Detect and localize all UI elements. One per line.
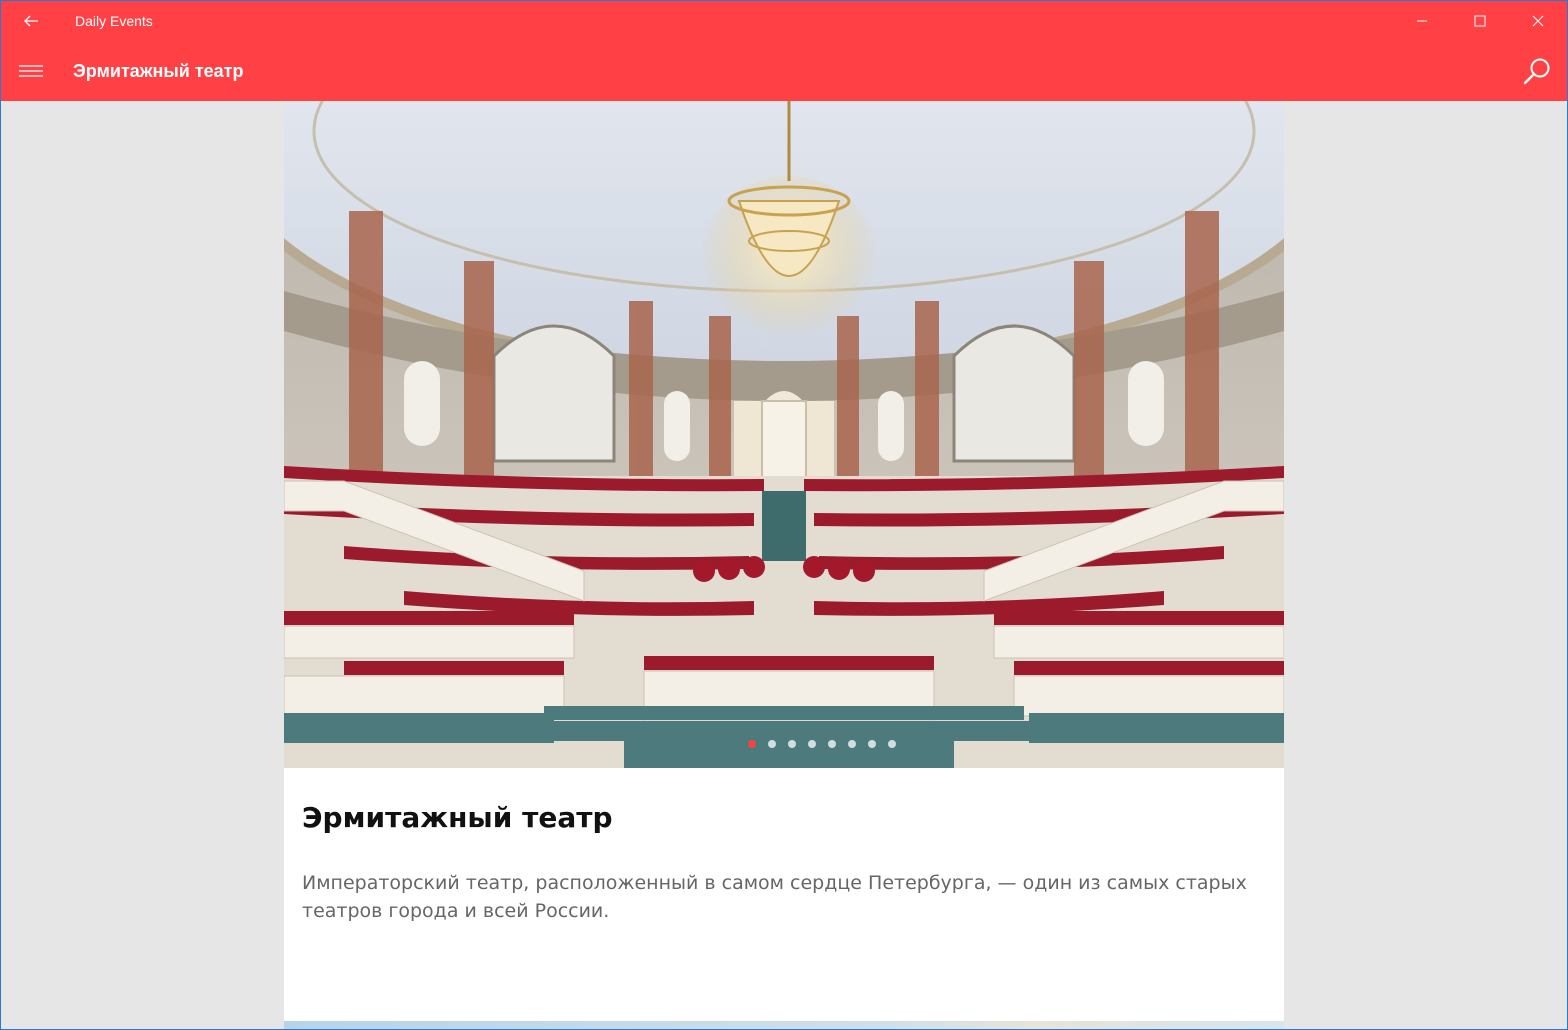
close-icon	[1532, 15, 1544, 27]
search-icon	[1523, 58, 1550, 85]
page-title: Эрмитажный театр	[73, 60, 244, 81]
event-card: Эрмитажный театр Императорский театр, ра…	[284, 101, 1284, 1029]
carousel-dots	[359, 740, 1284, 748]
app-window: Daily Events Эрмитажный театр Эрмитажный…	[0, 0, 1568, 1030]
close-button[interactable]	[1509, 1, 1567, 41]
minimize-button[interactable]	[1393, 1, 1451, 41]
carousel-dot-4[interactable]	[807, 740, 816, 748]
carousel-dot-2[interactable]	[767, 740, 776, 748]
back-arrow-icon	[24, 15, 38, 27]
minimize-icon	[1417, 20, 1427, 22]
carousel-dot-7[interactable]	[867, 740, 876, 748]
carousel-dot-1[interactable]	[747, 740, 756, 748]
app-title: Daily Events	[75, 13, 153, 29]
hamburger-menu-button[interactable]	[1, 41, 61, 101]
event-title: Эрмитажный театр	[302, 801, 613, 834]
title-bar: Daily Events	[1, 1, 1567, 41]
event-description: Императорский театр, расположенный в сам…	[302, 872, 1247, 922]
carousel-dot-5[interactable]	[827, 740, 836, 748]
map-preview[interactable]	[284, 1021, 1284, 1029]
maximize-icon	[1474, 15, 1486, 27]
carousel-dot-6[interactable]	[847, 740, 856, 748]
app-bar: Эрмитажный театр	[1, 41, 1567, 101]
back-button[interactable]	[1, 1, 61, 41]
event-image-carousel[interactable]	[284, 101, 1284, 768]
window-controls	[1393, 1, 1567, 41]
carousel-dot-3[interactable]	[787, 740, 796, 748]
maximize-button[interactable]	[1451, 1, 1509, 41]
search-button[interactable]	[1513, 47, 1561, 95]
theatre-hall-image	[284, 101, 1284, 768]
carousel-dot-8[interactable]	[887, 740, 896, 748]
hamburger-menu-icon	[19, 65, 43, 77]
